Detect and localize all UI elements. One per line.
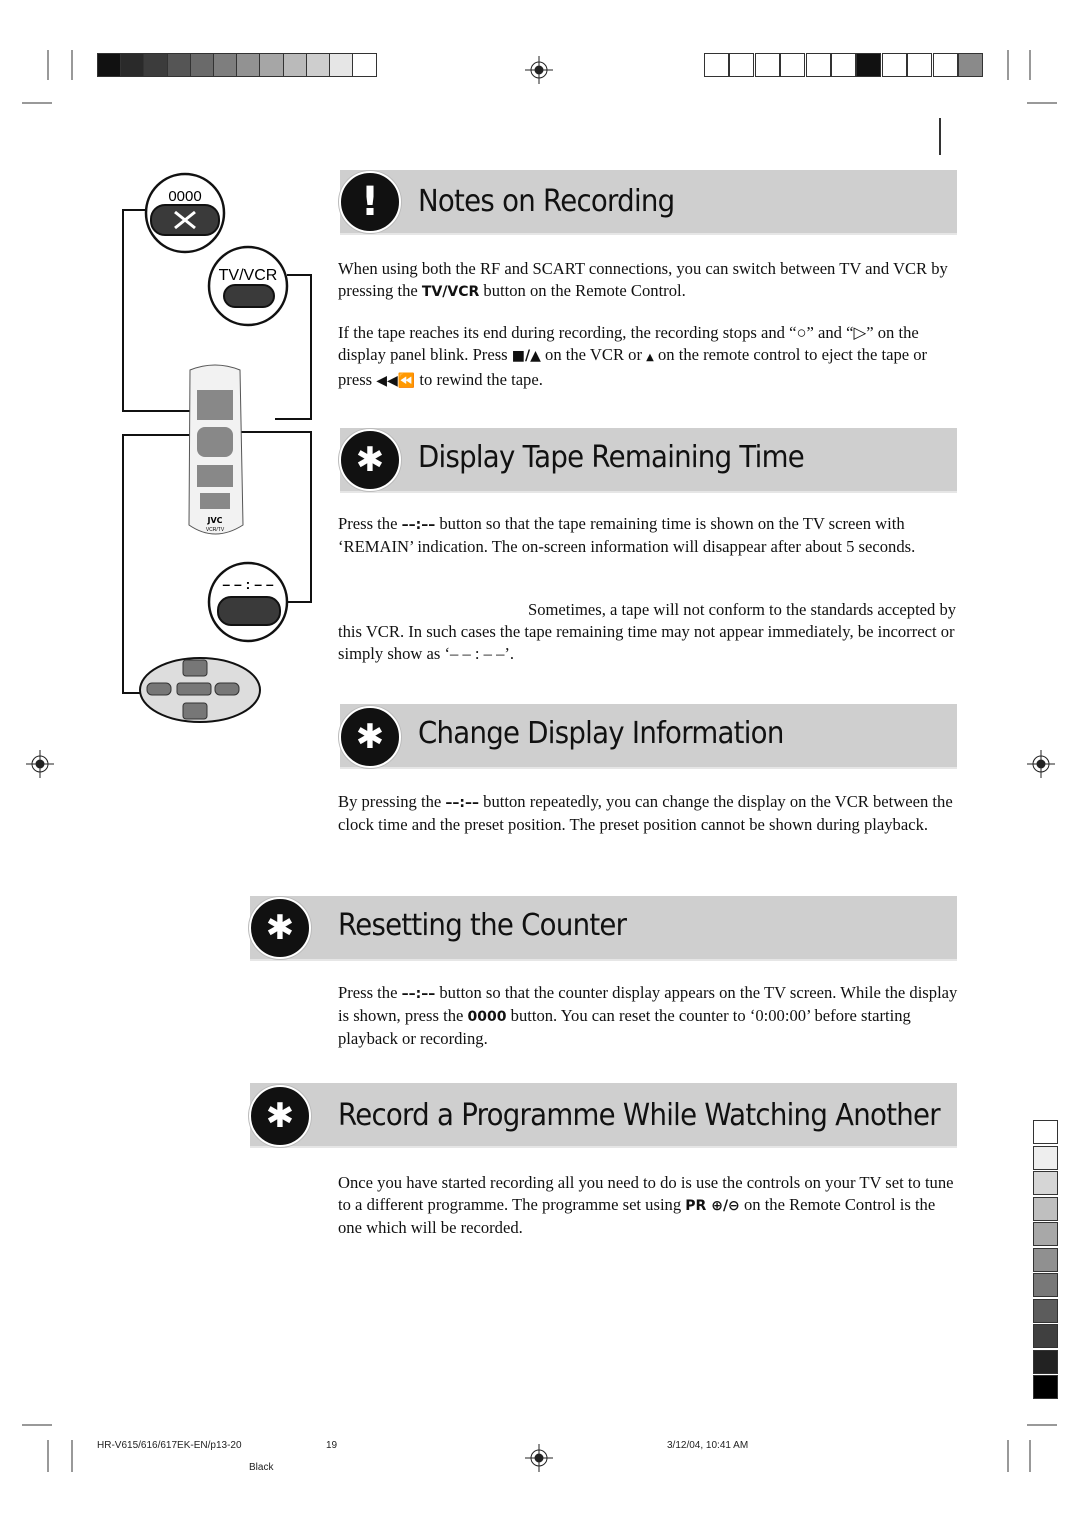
paragraph-tape-end: If the tape reaches its end during recor…: [338, 323, 928, 389]
footer-color-label: Black: [249, 1462, 274, 1473]
section-title: Change Display Information: [418, 716, 784, 751]
registration-mark-top: [525, 56, 553, 84]
registration-mark-left: [26, 750, 54, 778]
section-title: Resetting the Counter: [338, 908, 627, 943]
remote-brand-logo: JVC: [206, 516, 222, 525]
display-button-label: – – : – –: [222, 576, 274, 592]
tvvcr-button-label: TV/VCR: [219, 267, 278, 284]
footer-date: 3/12/04, 10:41 AM: [667, 1440, 749, 1451]
paragraph-tvvcr-switch: When using both the RF and SCART connect…: [338, 259, 948, 300]
paragraph-change-display: By pressing the ––:–– button repeatedly,…: [338, 792, 953, 834]
paragraph-remaining-note: Sometimes, a tape will not conform to th…: [338, 600, 957, 663]
remote-model-label: VCR/TV: [206, 527, 225, 533]
paragraph-reset-counter: Press the ––:–– button so that the count…: [338, 983, 958, 1048]
footer-file-name: HR-V615/616/617EK-EN/p13-20: [97, 1440, 242, 1451]
registration-mark-bottom: [525, 1444, 553, 1472]
asterisk-icon: ✱: [249, 897, 311, 959]
asterisk-icon: ✱: [339, 706, 401, 768]
reset-button-label: 0000: [168, 188, 201, 205]
registration-mark-right: [1027, 750, 1055, 778]
section-title: Notes on Recording: [418, 184, 675, 219]
remote-control-illustration: 0000 TV/VCR JVC VCR/TV – – : – –: [122, 172, 312, 723]
paragraph-remaining-time: Press the ––:–– button so that the tape …: [338, 514, 916, 556]
section-title: Record a Programme While Watching Anothe…: [338, 1098, 941, 1133]
asterisk-icon: ✱: [339, 429, 401, 491]
asterisk-icon: ✱: [249, 1085, 311, 1147]
section-title: Display Tape Remaining Time: [418, 440, 805, 475]
exclamation-icon: !: [339, 171, 401, 233]
paragraph-record-while-watching: Once you have started recording all you …: [338, 1173, 954, 1237]
footer-page-number: 19: [326, 1440, 338, 1451]
